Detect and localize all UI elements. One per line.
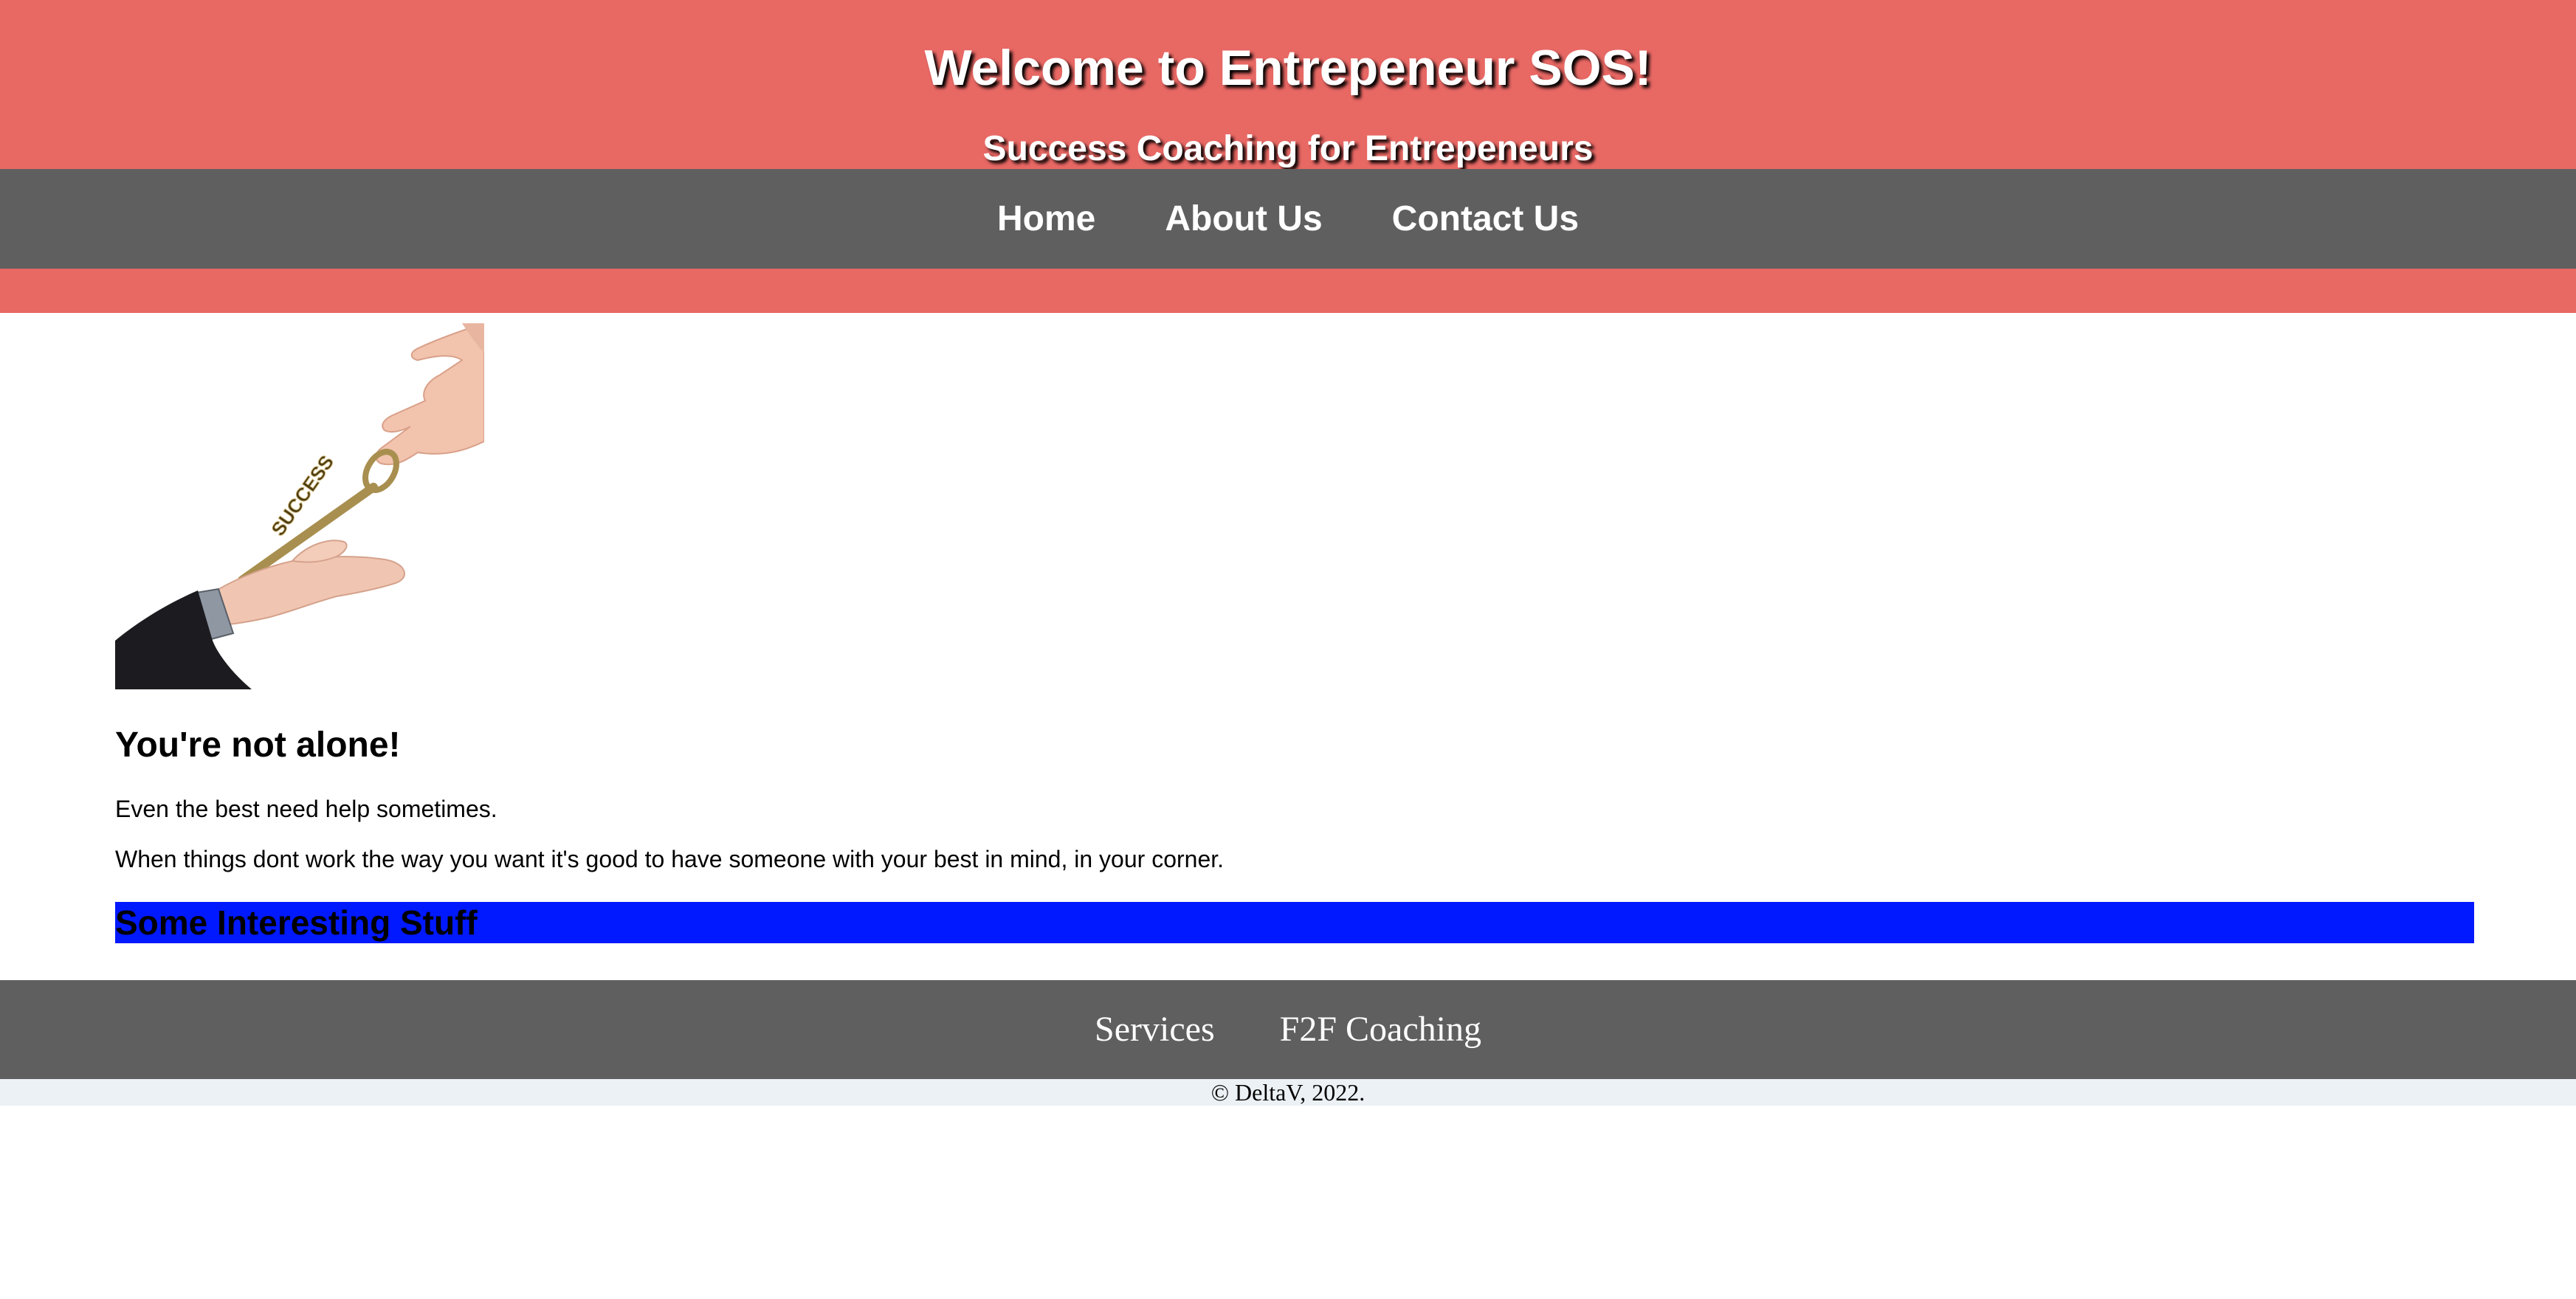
upper-hand [375, 323, 484, 466]
footer-link-services[interactable]: Services [1095, 1007, 1215, 1052]
site-title: Welcome to Entrepeneur SOS! [924, 40, 1652, 96]
hand-passing-success-key-image: SUCCESS [115, 323, 484, 689]
main-nav: Home About Us Contact Us [0, 169, 2576, 269]
copyright-bar: © DeltaV, 2022. [0, 1079, 2576, 1106]
footer-nav: Services F2F Coaching [0, 980, 2576, 1079]
nav-link-home[interactable]: Home [997, 197, 1095, 241]
key-text: SUCCESS [266, 451, 338, 540]
site-header: Welcome to Entrepeneur SOS! Success Coac… [0, 0, 2576, 313]
nav-link-about-us[interactable]: About Us [1165, 197, 1322, 241]
copyright-text: © DeltaV, 2022. [1210, 1079, 1366, 1106]
interesting-stuff-heading: Some Interesting Stuff [115, 903, 478, 942]
interesting-stuff-banner: Some Interesting Stuff [115, 902, 2474, 943]
nav-link-contact-us[interactable]: Contact Us [1392, 197, 1579, 241]
intro-paragraph: Even the best need help sometimes. [115, 796, 497, 822]
support-paragraph: When things dont work the way you want i… [115, 846, 1225, 872]
footer-link-f2f-coaching[interactable]: F2F Coaching [1280, 1007, 1481, 1052]
section-heading: You're not alone! [115, 726, 401, 765]
site-subtitle: Success Coaching for Entrepeneurs [982, 129, 1594, 168]
